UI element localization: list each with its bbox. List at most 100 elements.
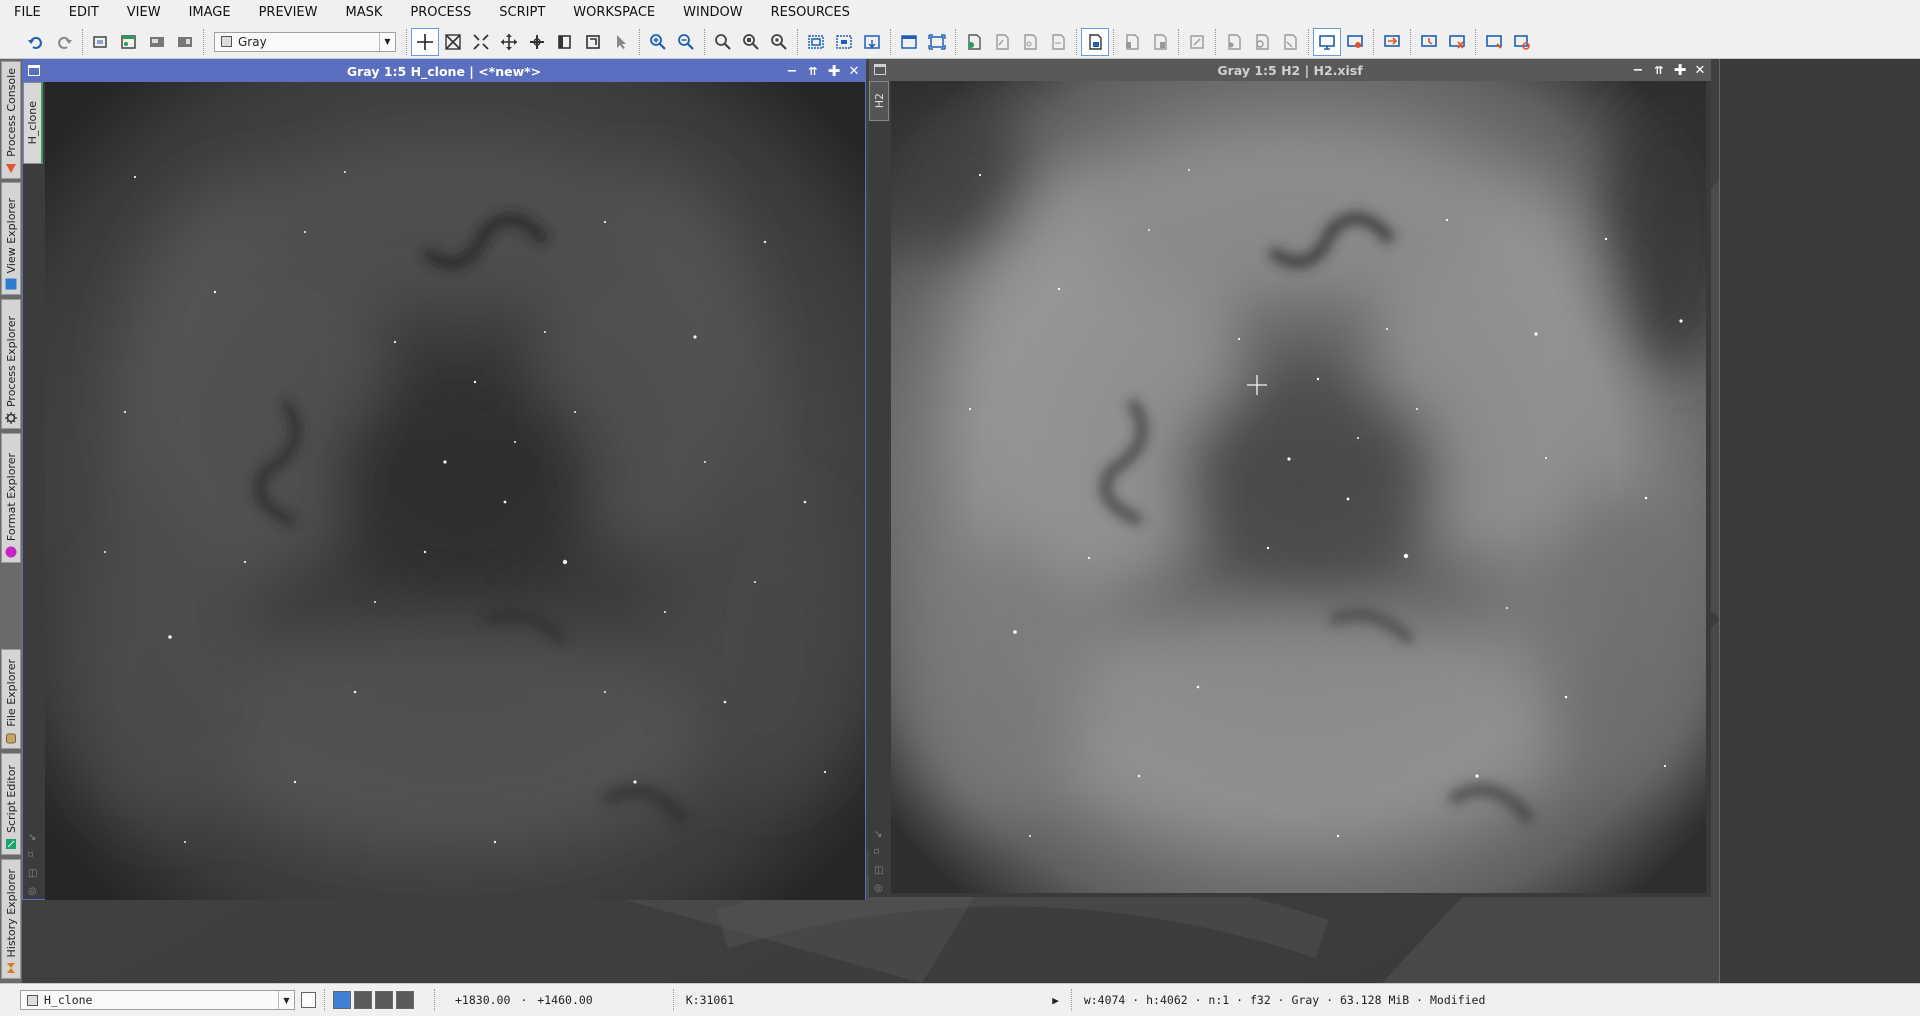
shrink-view-button[interactable] — [830, 28, 858, 56]
mask-tool-1-button[interactable] — [1118, 28, 1146, 56]
selection-pointer-button[interactable] — [607, 28, 635, 56]
workspace-area[interactable]: Gray 1:5 H_clone | <*new*> − ⇈ ✚ ✕ H_clo… — [22, 59, 1720, 983]
menu-image[interactable]: IMAGE — [175, 0, 245, 25]
mini-fit-icon[interactable]: ⌑ — [28, 850, 40, 862]
window-fit-button[interactable] — [895, 28, 923, 56]
save-file-button[interactable] — [143, 28, 171, 56]
display-options-button[interactable] — [1508, 28, 1536, 56]
center-mode-button[interactable] — [523, 28, 551, 56]
maximize-icon[interactable]: ✚ — [826, 62, 842, 80]
fit-view-button[interactable] — [802, 28, 830, 56]
sidebar-tab-process-console[interactable]: Process Console — [1, 61, 21, 179]
nebula-image-dark — [45, 82, 865, 900]
close-transfer-button[interactable] — [1443, 28, 1471, 56]
minimize-icon[interactable]: − — [784, 63, 800, 79]
zoom-in-mode-button[interactable] — [467, 28, 495, 56]
zoom-1-1-button[interactable] — [709, 28, 737, 56]
mask-tool-4-button[interactable] — [1220, 28, 1248, 56]
sidebar-tab-script-editor[interactable]: Script Editor — [1, 753, 21, 855]
mini-window-icon[interactable]: ◫ — [874, 865, 886, 877]
sidebar-tab-view-explorer[interactable]: View Explorer — [1, 182, 21, 295]
window-system-menu-icon[interactable] — [874, 64, 886, 75]
menu-preview[interactable]: PREVIEW — [245, 0, 332, 25]
image-canvas-h2[interactable] — [891, 81, 1706, 893]
menu-script[interactable]: SCRIPT — [485, 0, 559, 25]
zoom-in-button[interactable] — [644, 28, 672, 56]
menu-file[interactable]: FILE — [0, 0, 55, 25]
mini-window-icon[interactable]: ◫ — [28, 868, 40, 880]
menu-view[interactable]: VIEW — [113, 0, 175, 25]
mask-tool-5-button[interactable] — [1248, 28, 1276, 56]
preview-tool-3-button[interactable] — [1044, 28, 1072, 56]
readout-mode-button[interactable] — [411, 27, 439, 56]
menu-workspace[interactable]: WORKSPACE — [559, 0, 669, 25]
view-list-button[interactable] — [301, 992, 316, 1008]
zoom-to-fit-button[interactable] — [737, 28, 765, 56]
mini-target-icon[interactable]: ◎ — [28, 886, 40, 898]
view-tab-h-clone[interactable]: H_clone — [23, 82, 43, 164]
image-window-h-clone[interactable]: Gray 1:5 H_clone | <*new*> − ⇈ ✚ ✕ H_clo… — [22, 59, 866, 900]
menu-mask[interactable]: MASK — [331, 0, 396, 25]
save-as-button[interactable] — [171, 28, 199, 56]
window-title-bar[interactable]: Gray 1:5 H_clone | <*new*> − ⇈ ✚ ✕ — [23, 60, 865, 82]
menu-resources[interactable]: RESOURCES — [757, 0, 864, 25]
image-canvas-h-clone[interactable] — [45, 82, 865, 900]
sidebar-tab-format-explorer[interactable]: Format Explorer — [1, 433, 21, 563]
shade-icon[interactable]: ⇈ — [1651, 62, 1667, 78]
mini-arrow-icon[interactable]: ↘ — [874, 829, 886, 841]
play-icon[interactable]: ▶ — [1052, 994, 1059, 1007]
preview-mode-button[interactable] — [1081, 27, 1109, 56]
close-icon[interactable]: ✕ — [1692, 62, 1708, 78]
display-mode-button[interactable] — [1313, 27, 1341, 56]
open-file-button[interactable] — [115, 28, 143, 56]
menu-window[interactable]: WINDOW — [669, 0, 757, 25]
preview-tool-1-button[interactable] — [988, 28, 1016, 56]
zoom-fit-button[interactable] — [439, 28, 467, 56]
sidebar-tab-label: View Explorer — [4, 197, 18, 273]
reset-transfer-button[interactable] — [1415, 28, 1443, 56]
channel-rgb-button[interactable] — [333, 991, 351, 1009]
mini-fit-icon[interactable]: ⌑ — [874, 847, 886, 859]
new-preview-button[interactable] — [960, 28, 988, 56]
menu-edit[interactable]: EDIT — [55, 0, 113, 25]
preview-tool-2-button[interactable] — [1016, 28, 1044, 56]
mini-arrow-icon[interactable]: ↘ — [28, 832, 40, 844]
maximize-view-button[interactable] — [858, 28, 886, 56]
channel-1-button[interactable] — [354, 991, 372, 1009]
sidebar-tab-file-explorer[interactable]: File Explorer — [1, 649, 21, 749]
display-settings-button[interactable] — [1480, 28, 1508, 56]
move-arrows-icon — [501, 33, 517, 50]
edit-preview-button[interactable] — [551, 28, 579, 56]
window-extend-button[interactable] — [923, 28, 951, 56]
menu-process[interactable]: PROCESS — [396, 0, 485, 25]
maximize-icon[interactable]: ✚ — [1672, 61, 1688, 79]
mask-tool-3-button[interactable] — [1183, 28, 1211, 56]
view-selector[interactable]: H_clone ▼ — [20, 990, 295, 1010]
window-view-strip: H_clone ↘ ⌑ ◫ ◎ — [23, 82, 45, 899]
sidebar-tab-process-explorer[interactable]: Process Explorer — [1, 299, 21, 429]
pan-mode-button[interactable] — [495, 28, 523, 56]
screen-transfer-button[interactable] — [1378, 28, 1406, 56]
undo-button[interactable] — [22, 28, 50, 56]
redo-button[interactable] — [50, 28, 78, 56]
image-window-h2[interactable]: Gray 1:5 H2 | H2.xisf − ⇈ ✚ ✕ H2 ↘ ⌑ ◫ ◎ — [869, 59, 1711, 897]
window-title-bar[interactable]: Gray 1:5 H2 | H2.xisf − ⇈ ✚ ✕ — [869, 59, 1711, 81]
dynamic-operation-button[interactable] — [579, 28, 607, 56]
zoom-out-button[interactable] — [672, 28, 700, 56]
mask-tool-6-button[interactable] — [1276, 28, 1304, 56]
new-image-button[interactable] — [87, 28, 115, 56]
channel-3-button[interactable] — [396, 991, 414, 1009]
mini-target-icon[interactable]: ◎ — [874, 883, 886, 895]
stf-button[interactable] — [1341, 28, 1369, 56]
mask-tool-2-button[interactable] — [1146, 28, 1174, 56]
view-tab-h2[interactable]: H2 — [869, 81, 889, 121]
minimize-icon[interactable]: − — [1630, 62, 1646, 78]
channel-2-button[interactable] — [375, 991, 393, 1009]
image-info-readout: w:4074 · h:4062 · n:1 · f32 · Gray · 63.… — [1083, 993, 1486, 1007]
color-mode-select[interactable]: Gray ▼ — [214, 31, 396, 52]
window-system-menu-icon[interactable] — [28, 65, 40, 76]
zoom-optimal-button[interactable] — [765, 28, 793, 56]
close-icon[interactable]: ✕ — [846, 63, 862, 79]
shade-icon[interactable]: ⇈ — [805, 63, 821, 79]
sidebar-tab-history-explorer[interactable]: History Explorer — [1, 859, 21, 979]
